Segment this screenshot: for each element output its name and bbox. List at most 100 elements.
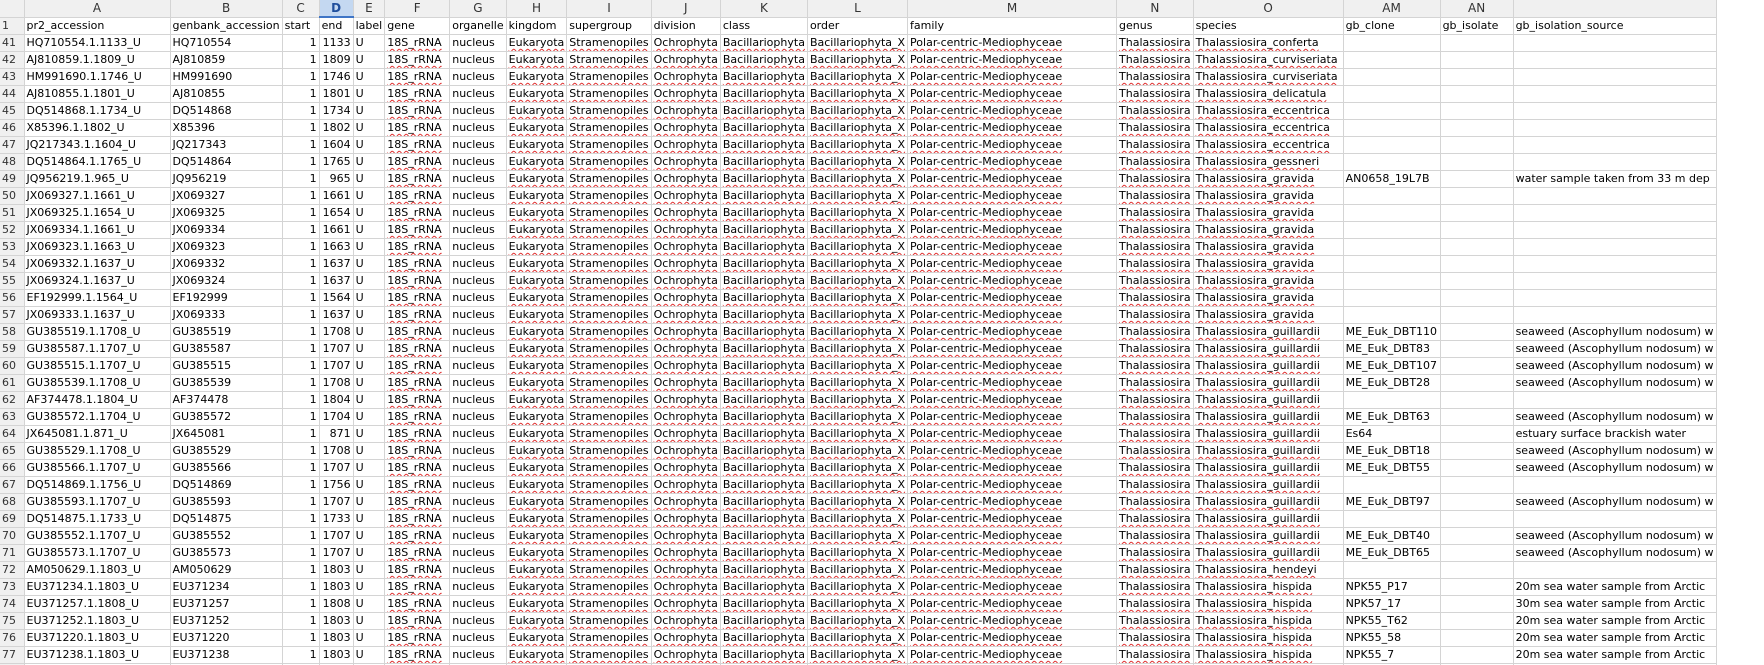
cell-label[interactable]: U: [353, 34, 386, 52]
row-number[interactable]: 68: [0, 493, 25, 511]
cell-species[interactable]: Thalassiosira_hispida: [1193, 612, 1344, 630]
cell-family[interactable]: Polar-centric-Mediophyceae: [907, 289, 1118, 307]
cell-supergroup[interactable]: Stramenopiles: [566, 612, 652, 630]
cell-pr2-accession[interactable]: AM050629.1.1803_U: [24, 561, 171, 579]
cell-genus[interactable]: Thalassiosira: [1116, 442, 1194, 460]
cell-gb-clone[interactable]: ME_Euk_DBT83: [1343, 340, 1441, 358]
cell-genbank-accession[interactable]: GU385515: [170, 357, 283, 375]
cell-order[interactable]: Bacillariophyta_X: [807, 459, 909, 477]
cell-species[interactable]: Thalassiosira_guillardii: [1193, 493, 1344, 511]
cell-gb-isolation-source[interactable]: seaweed (Ascophyllum nodosum) w: [1513, 408, 1717, 426]
cell-label[interactable]: U: [353, 442, 386, 460]
cell-end[interactable]: 1734: [319, 102, 354, 120]
cell-end[interactable]: 1564: [319, 289, 354, 307]
cell-gb-clone[interactable]: [1343, 153, 1441, 171]
row-number[interactable]: 50: [0, 187, 25, 205]
header-cell[interactable]: gb_isolate: [1440, 17, 1514, 35]
cell-gene[interactable]: 18S_rRNA: [384, 119, 451, 137]
cell-order[interactable]: Bacillariophyta_X: [807, 442, 909, 460]
cell-species[interactable]: Thalassiosira_gravida: [1193, 170, 1344, 188]
column-header-a[interactable]: A: [24, 0, 171, 18]
column-header-o[interactable]: O: [1193, 0, 1344, 18]
cell-species[interactable]: Thalassiosira_guillardii: [1193, 340, 1344, 358]
cell-organelle[interactable]: nucleus: [449, 357, 507, 375]
cell-genbank-accession[interactable]: GU385593: [170, 493, 283, 511]
cell-gb-isolate[interactable]: [1440, 357, 1514, 375]
cell-gb-clone[interactable]: ME_Euk_DBT63: [1343, 408, 1441, 426]
cell-genus[interactable]: Thalassiosira: [1116, 34, 1194, 52]
cell-gene[interactable]: 18S_rRNA: [384, 170, 451, 188]
cell-start[interactable]: 1: [282, 425, 320, 443]
cell-genbank-accession[interactable]: EU371234: [170, 578, 283, 596]
row-number[interactable]: 47: [0, 136, 25, 154]
cell-gene[interactable]: 18S_rRNA: [384, 646, 451, 664]
cell-gene[interactable]: 18S_rRNA: [384, 323, 451, 341]
cell-end[interactable]: 1803: [319, 561, 354, 579]
cell-division[interactable]: Ochrophyta: [651, 272, 721, 290]
cell-genus[interactable]: Thalassiosira: [1116, 612, 1194, 630]
cell-kingdom[interactable]: Eukaryota: [506, 561, 568, 579]
cell-genus[interactable]: Thalassiosira: [1116, 323, 1194, 341]
cell-family[interactable]: Polar-centric-Mediophyceae: [907, 187, 1118, 205]
column-header-k[interactable]: K: [720, 0, 808, 18]
cell-supergroup[interactable]: Stramenopiles: [566, 493, 652, 511]
cell-division[interactable]: Ochrophyta: [651, 289, 721, 307]
cell-gb-clone[interactable]: [1343, 561, 1441, 579]
cell-start[interactable]: 1: [282, 391, 320, 409]
cell-genbank-accession[interactable]: GU385587: [170, 340, 283, 358]
cell-supergroup[interactable]: Stramenopiles: [566, 272, 652, 290]
cell-gb-isolate[interactable]: [1440, 595, 1514, 613]
cell-gb-isolate[interactable]: [1440, 102, 1514, 120]
cell-order[interactable]: Bacillariophyta_X: [807, 357, 909, 375]
cell-class[interactable]: Bacillariophyta: [720, 119, 808, 137]
row-number[interactable]: 57: [0, 306, 25, 324]
cell-class[interactable]: Bacillariophyta: [720, 204, 808, 222]
cell-gb-isolation-source[interactable]: [1513, 119, 1717, 137]
cell-label[interactable]: U: [353, 612, 386, 630]
cell-gene[interactable]: 18S_rRNA: [384, 85, 451, 103]
cell-gb-isolate[interactable]: [1440, 187, 1514, 205]
cell-species[interactable]: Thalassiosira_eccentrica: [1193, 136, 1344, 154]
cell-kingdom[interactable]: Eukaryota: [506, 221, 568, 239]
cell-organelle[interactable]: nucleus: [449, 561, 507, 579]
cell-gene[interactable]: 18S_rRNA: [384, 612, 451, 630]
cell-species[interactable]: Thalassiosira_delicatula: [1193, 85, 1344, 103]
cell-order[interactable]: Bacillariophyta_X: [807, 629, 909, 647]
cell-family[interactable]: Polar-centric-Mediophyceae: [907, 476, 1118, 494]
cell-kingdom[interactable]: Eukaryota: [506, 391, 568, 409]
cell-class[interactable]: Bacillariophyta: [720, 561, 808, 579]
cell-pr2-accession[interactable]: GU385593.1.1707_U: [24, 493, 171, 511]
cell-start[interactable]: 1: [282, 289, 320, 307]
row-number[interactable]: 69: [0, 510, 25, 528]
cell-end[interactable]: 1661: [319, 187, 354, 205]
cell-pr2-accession[interactable]: GU385572.1.1704_U: [24, 408, 171, 426]
cell-order[interactable]: Bacillariophyta_X: [807, 408, 909, 426]
cell-gb-isolation-source[interactable]: seaweed (Ascophyllum nodosum) w: [1513, 459, 1717, 477]
cell-family[interactable]: Polar-centric-Mediophyceae: [907, 510, 1118, 528]
cell-family[interactable]: Polar-centric-Mediophyceae: [907, 136, 1118, 154]
cell-gene[interactable]: 18S_rRNA: [384, 204, 451, 222]
cell-class[interactable]: Bacillariophyta: [720, 459, 808, 477]
cell-pr2-accession[interactable]: JX069327.1.1661_U: [24, 187, 171, 205]
cell-family[interactable]: Polar-centric-Mediophyceae: [907, 442, 1118, 460]
cell-gb-isolation-source[interactable]: [1513, 187, 1717, 205]
cell-kingdom[interactable]: Eukaryota: [506, 442, 568, 460]
cell-genus[interactable]: Thalassiosira: [1116, 85, 1194, 103]
cell-order[interactable]: Bacillariophyta_X: [807, 340, 909, 358]
column-header-i[interactable]: I: [566, 0, 652, 18]
cell-genus[interactable]: Thalassiosira: [1116, 51, 1194, 69]
cell-start[interactable]: 1: [282, 340, 320, 358]
cell-species[interactable]: Thalassiosira_guillardii: [1193, 408, 1344, 426]
cell-order[interactable]: Bacillariophyta_X: [807, 272, 909, 290]
cell-label[interactable]: U: [353, 85, 386, 103]
cell-gene[interactable]: 18S_rRNA: [384, 374, 451, 392]
cell-kingdom[interactable]: Eukaryota: [506, 289, 568, 307]
cell-class[interactable]: Bacillariophyta: [720, 170, 808, 188]
cell-gene[interactable]: 18S_rRNA: [384, 187, 451, 205]
cell-label[interactable]: U: [353, 153, 386, 171]
cell-gene[interactable]: 18S_rRNA: [384, 153, 451, 171]
cell-label[interactable]: U: [353, 187, 386, 205]
cell-gb-clone[interactable]: ME_Euk_DBT18: [1343, 442, 1441, 460]
cell-gb-clone[interactable]: ME_Euk_DBT55: [1343, 459, 1441, 477]
cell-family[interactable]: Polar-centric-Mediophyceae: [907, 119, 1118, 137]
